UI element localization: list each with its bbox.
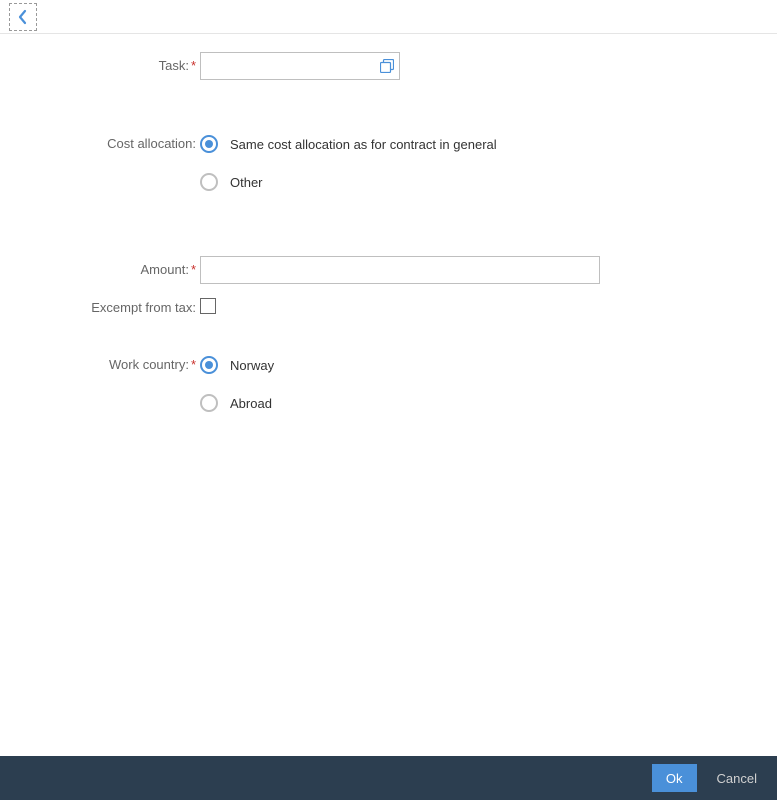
amount-label: Amount:* — [0, 256, 200, 277]
radio-icon — [200, 394, 218, 412]
exempt-tax-checkbox[interactable] — [200, 298, 216, 314]
radio-icon — [200, 356, 218, 374]
radio-label: Norway — [230, 358, 274, 373]
dialog-footer: Ok Cancel — [0, 756, 777, 800]
exempt-tax-label: Excempt from tax: — [0, 294, 200, 315]
radio-label: Abroad — [230, 396, 272, 411]
chevron-left-icon — [17, 9, 29, 25]
dialog-header — [0, 0, 777, 34]
ok-button[interactable]: Ok — [652, 764, 697, 792]
work-country-label: Work country:* — [0, 351, 200, 372]
amount-input[interactable] — [200, 256, 600, 284]
form-content: Task:* Cost allocation: Same cost all — [0, 34, 777, 756]
radio-label: Other — [230, 175, 263, 190]
value-help-icon[interactable] — [380, 59, 394, 73]
radio-label: Same cost allocation as for contract in … — [230, 137, 497, 152]
work-country-option-abroad[interactable]: Abroad — [200, 389, 777, 417]
radio-icon — [200, 135, 218, 153]
task-row: Task:* — [0, 52, 777, 80]
back-button[interactable] — [9, 3, 37, 31]
work-country-row: Work country:* Norway Abroad — [0, 351, 777, 427]
cost-allocation-row: Cost allocation: Same cost allocation as… — [0, 130, 777, 206]
cancel-button[interactable]: Cancel — [709, 764, 765, 792]
work-country-option-norway[interactable]: Norway — [200, 351, 777, 379]
amount-row: Amount:* — [0, 256, 777, 284]
exempt-tax-row: Excempt from tax: — [0, 294, 777, 315]
radio-icon — [200, 173, 218, 191]
cost-allocation-option-same[interactable]: Same cost allocation as for contract in … — [200, 130, 777, 158]
cost-allocation-label: Cost allocation: — [0, 130, 200, 151]
cost-allocation-option-other[interactable]: Other — [200, 168, 777, 196]
task-label: Task:* — [0, 52, 200, 73]
task-input[interactable] — [200, 52, 400, 80]
